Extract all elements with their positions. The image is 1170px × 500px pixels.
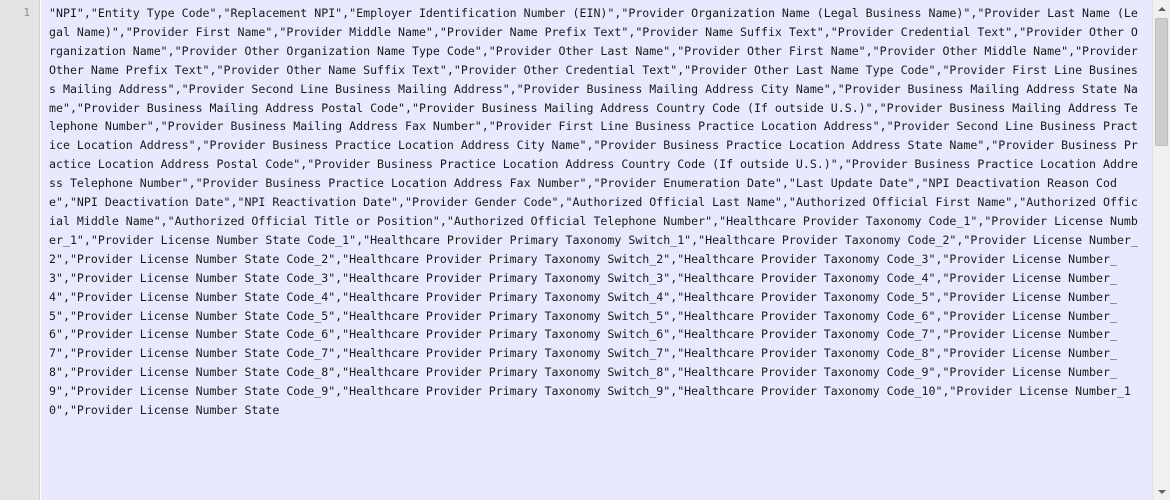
chevron-up-icon xyxy=(1158,6,1166,11)
code-line[interactable]: "NPI","Entity Type Code","Replacement NP… xyxy=(49,4,1141,420)
line-number-gutter: 1 xyxy=(0,0,40,500)
editor-text-area[interactable]: "NPI","Entity Type Code","Replacement NP… xyxy=(41,0,1152,500)
scrollbar-thumb[interactable] xyxy=(1155,18,1168,146)
line-number: 1 xyxy=(23,6,30,19)
text-editor[interactable]: 1 "NPI","Entity Type Code","Replacement … xyxy=(0,0,1170,500)
scroll-down-button[interactable] xyxy=(1154,483,1170,500)
chevron-down-icon xyxy=(1158,489,1166,494)
vertical-scrollbar[interactable] xyxy=(1152,0,1170,500)
scroll-up-button[interactable] xyxy=(1154,0,1170,17)
